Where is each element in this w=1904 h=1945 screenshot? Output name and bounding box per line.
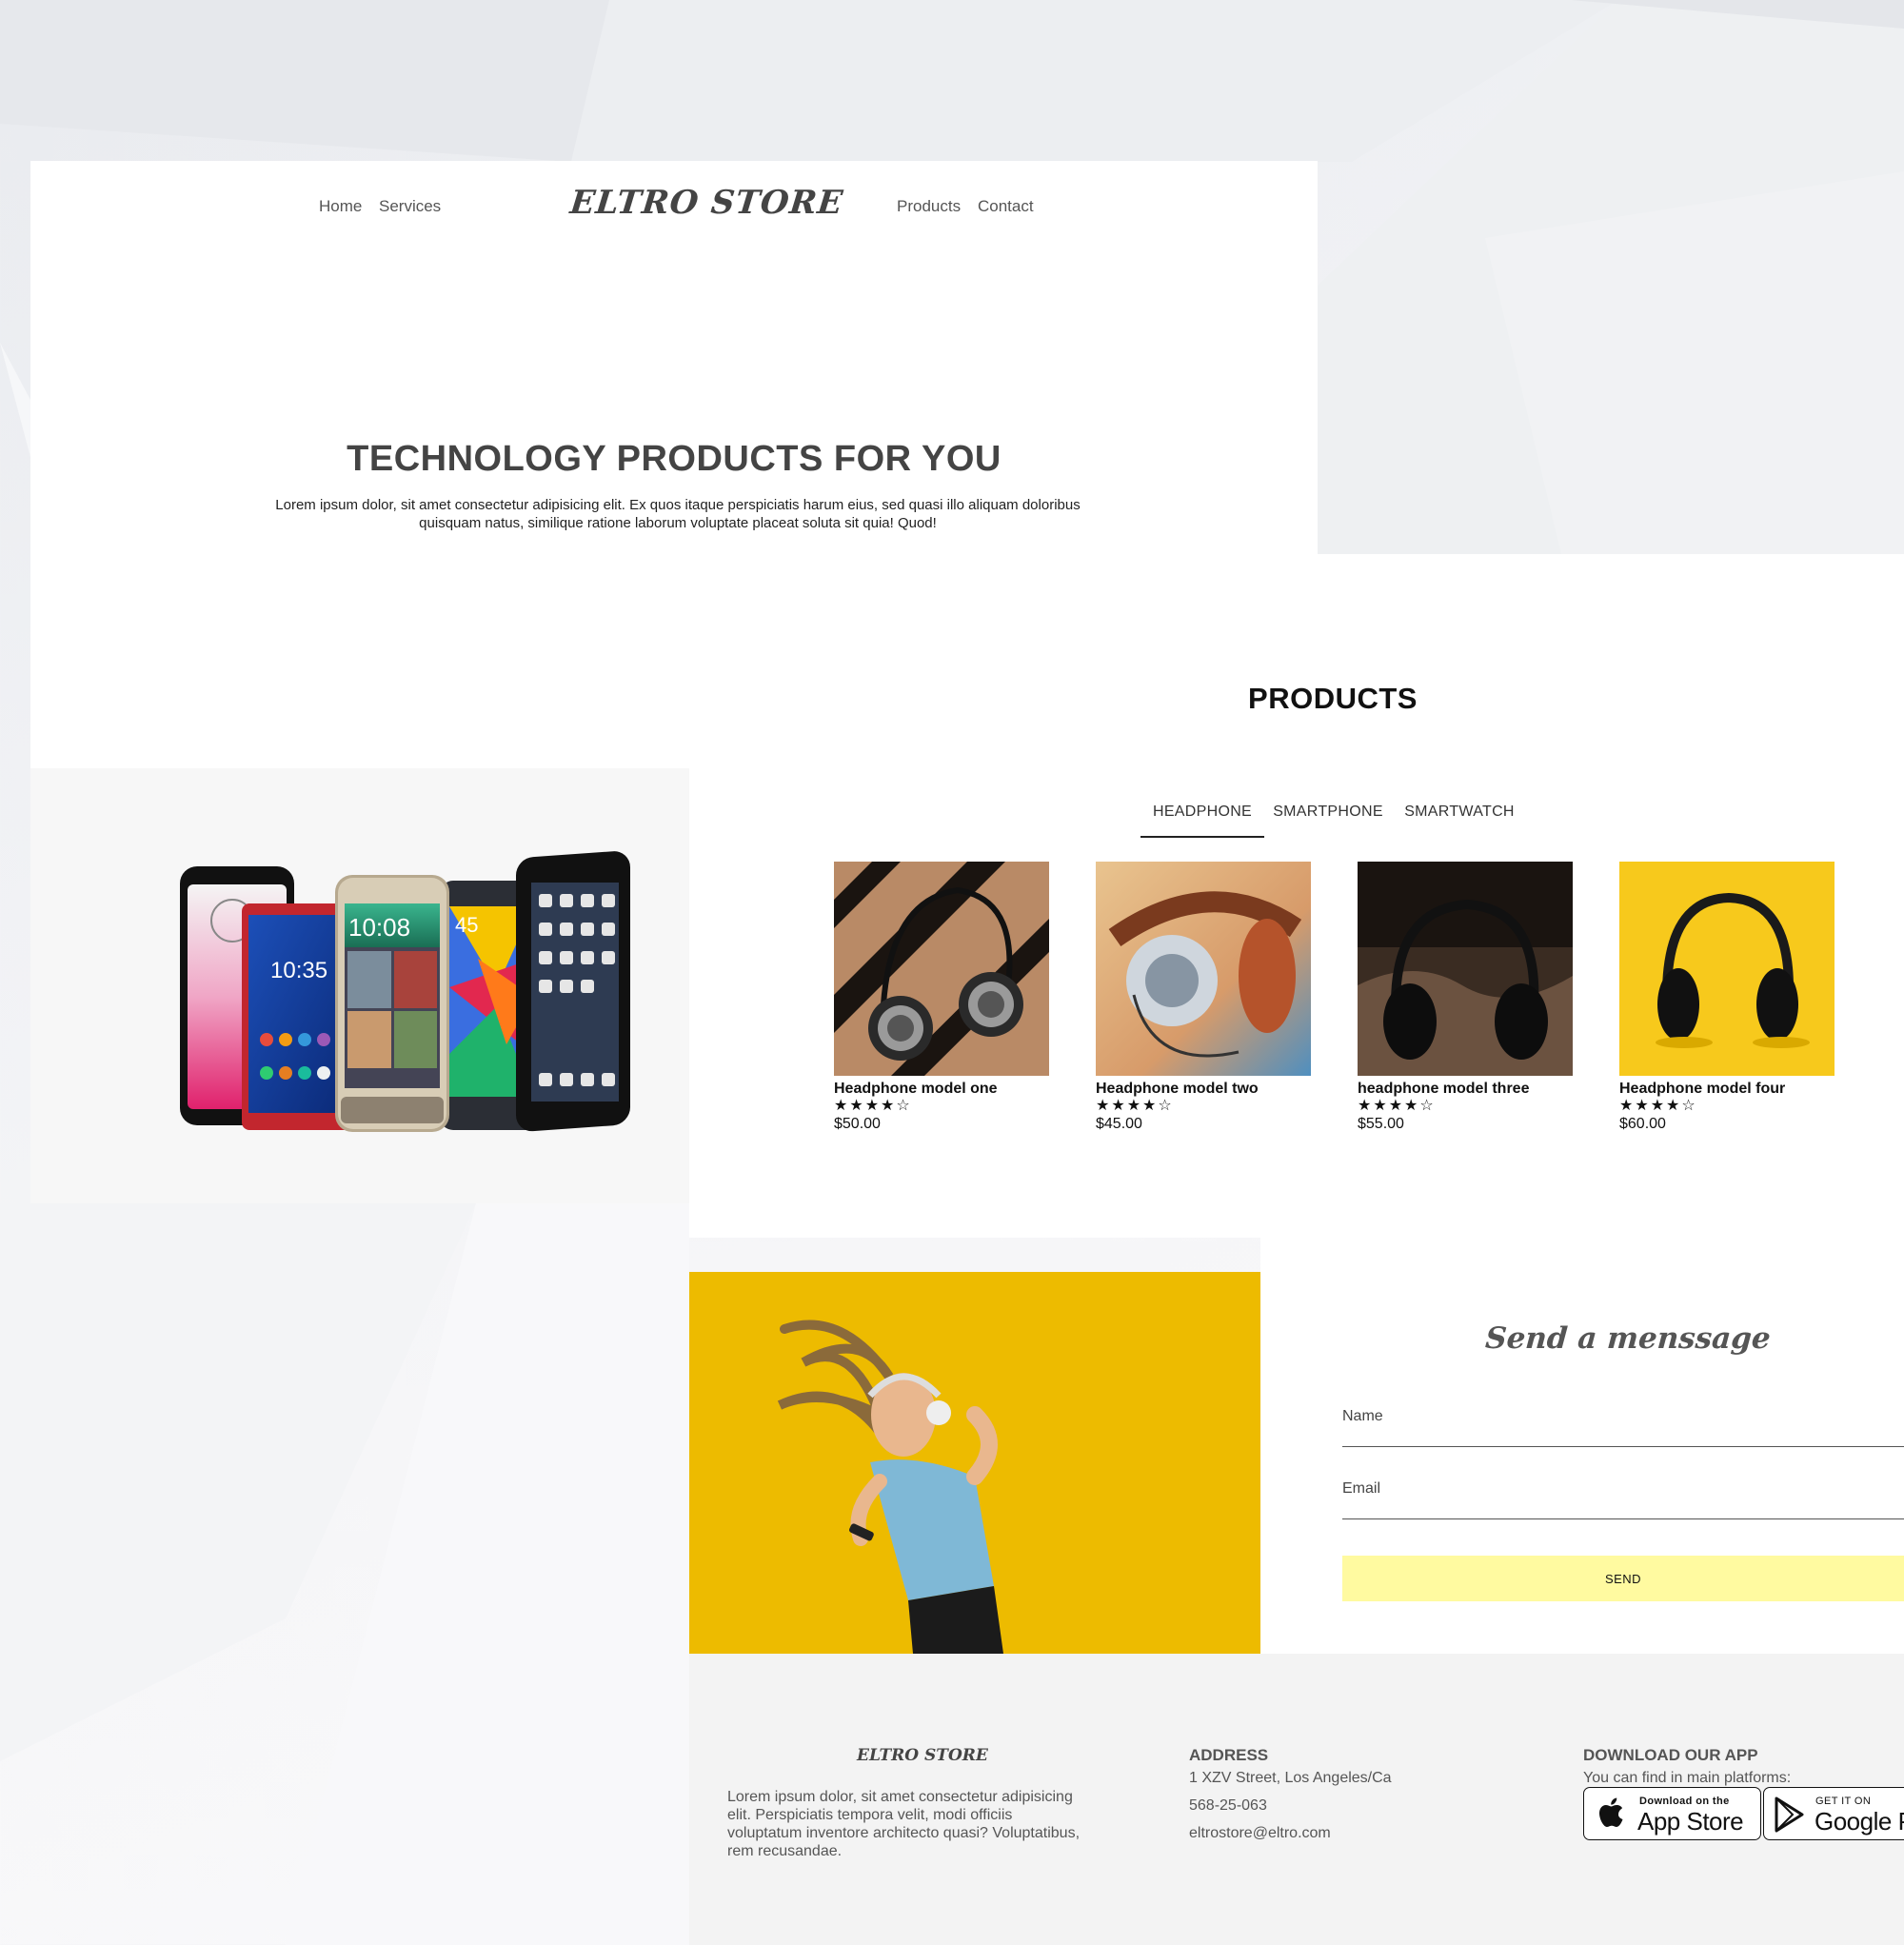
- send-button[interactable]: SEND: [1342, 1556, 1904, 1601]
- app-store-small-text: Download on the: [1639, 1796, 1730, 1807]
- htc-clock: 10:08: [348, 913, 410, 942]
- app-store-big-text: App Store: [1637, 1807, 1744, 1836]
- message-title: Send a menssage: [1484, 1321, 1772, 1356]
- product-card-2[interactable]: Headphone model two ★★★★☆ $45.00: [1096, 862, 1311, 1133]
- product-name[interactable]: Headphone model one: [834, 1081, 1049, 1098]
- product-price: $50.00: [834, 1116, 881, 1132]
- product-price: $55.00: [1358, 1116, 1404, 1132]
- rating-stars-icon: ★★★★☆: [1358, 1098, 1436, 1114]
- download-app-text: You can find in main platforms:: [1583, 1770, 1792, 1786]
- phones-image-panel: 10:35 45 10:08: [30, 768, 689, 1203]
- apple-icon: [1599, 1797, 1623, 1827]
- products-band-left: [30, 554, 689, 768]
- email-text[interactable]: eltrostore@eltro.com: [1189, 1825, 1331, 1842]
- product-card-4[interactable]: Headphone model four ★★★★☆ $60.00: [1619, 862, 1835, 1133]
- product-name[interactable]: Headphone model four: [1619, 1081, 1835, 1098]
- app-store-badge[interactable]: Download on the App Store: [1583, 1787, 1761, 1840]
- hero-description: Lorem ipsum dolor, sit amet consectetur …: [275, 497, 1081, 531]
- address-heading: ADDRESS: [1189, 1746, 1269, 1764]
- footer-brand-logo[interactable]: ELTRO STORE: [857, 1746, 988, 1765]
- hero-card: Home Services ELTRO STORE Products Conta…: [30, 161, 1318, 554]
- phone-text: 568-25-063: [1189, 1797, 1267, 1814]
- name-input[interactable]: [1342, 1399, 1904, 1447]
- nav-services-link[interactable]: Services: [379, 197, 441, 216]
- tab-headphone[interactable]: HEADPHONE: [1140, 796, 1264, 838]
- nav-contact-link[interactable]: Contact: [978, 197, 1034, 216]
- tab-smartwatch[interactable]: SMARTWATCH: [1396, 796, 1523, 838]
- google-play-small-text: GET IT ON: [1815, 1796, 1872, 1807]
- woman-photo: [689, 1272, 1260, 1654]
- woman-with-headphones-image: [689, 1272, 1260, 1654]
- address-text: 1 XZV Street, Los Angeles/Ca: [1189, 1770, 1392, 1786]
- brand-logo[interactable]: ELTRO STORE: [568, 184, 845, 222]
- product-card-3[interactable]: headphone model three ★★★★☆ $55.00: [1358, 862, 1573, 1133]
- rating-stars-icon: ★★★★☆: [1096, 1098, 1174, 1114]
- tab-smartphone[interactable]: SMARTPHONE: [1266, 796, 1390, 838]
- footer-about-text: Lorem ipsum dolor, sit amet consectetur …: [727, 1789, 1081, 1859]
- product-image-headphone-four[interactable]: [1619, 862, 1835, 1076]
- email-input[interactable]: [1342, 1472, 1904, 1519]
- google-play-big-text: Google Play: [1815, 1807, 1904, 1836]
- product-price: $45.00: [1096, 1116, 1142, 1132]
- google-play-icon: [1775, 1796, 1804, 1833]
- hero-title: TECHNOLOGY PRODUCTS FOR YOU: [347, 439, 1002, 479]
- product-name[interactable]: headphone model three: [1358, 1081, 1573, 1098]
- product-card-1[interactable]: Headphone model one ★★★★☆ $50.00: [834, 862, 1049, 1133]
- product-image-headphone-three[interactable]: [1358, 862, 1573, 1076]
- product-image-headphone-one[interactable]: [834, 862, 1049, 1076]
- product-name[interactable]: Headphone model two: [1096, 1081, 1311, 1098]
- smartphones-image: 10:35 45 10:08: [180, 851, 630, 1132]
- nav-home-link[interactable]: Home: [319, 197, 362, 216]
- product-image-headphone-two[interactable]: [1096, 862, 1311, 1076]
- nav-products-link[interactable]: Products: [897, 197, 961, 216]
- sony-clock: 10:35: [270, 958, 327, 983]
- rating-stars-icon: ★★★★☆: [1619, 1098, 1697, 1114]
- samsung-clock: 45: [455, 913, 478, 937]
- download-app-heading: DOWNLOAD OUR APP: [1583, 1746, 1758, 1764]
- products-title: PRODUCTS: [1248, 682, 1418, 715]
- rating-stars-icon: ★★★★☆: [834, 1098, 912, 1114]
- product-price: $60.00: [1619, 1116, 1666, 1132]
- google-play-badge[interactable]: GET IT ON Google Play: [1763, 1787, 1904, 1840]
